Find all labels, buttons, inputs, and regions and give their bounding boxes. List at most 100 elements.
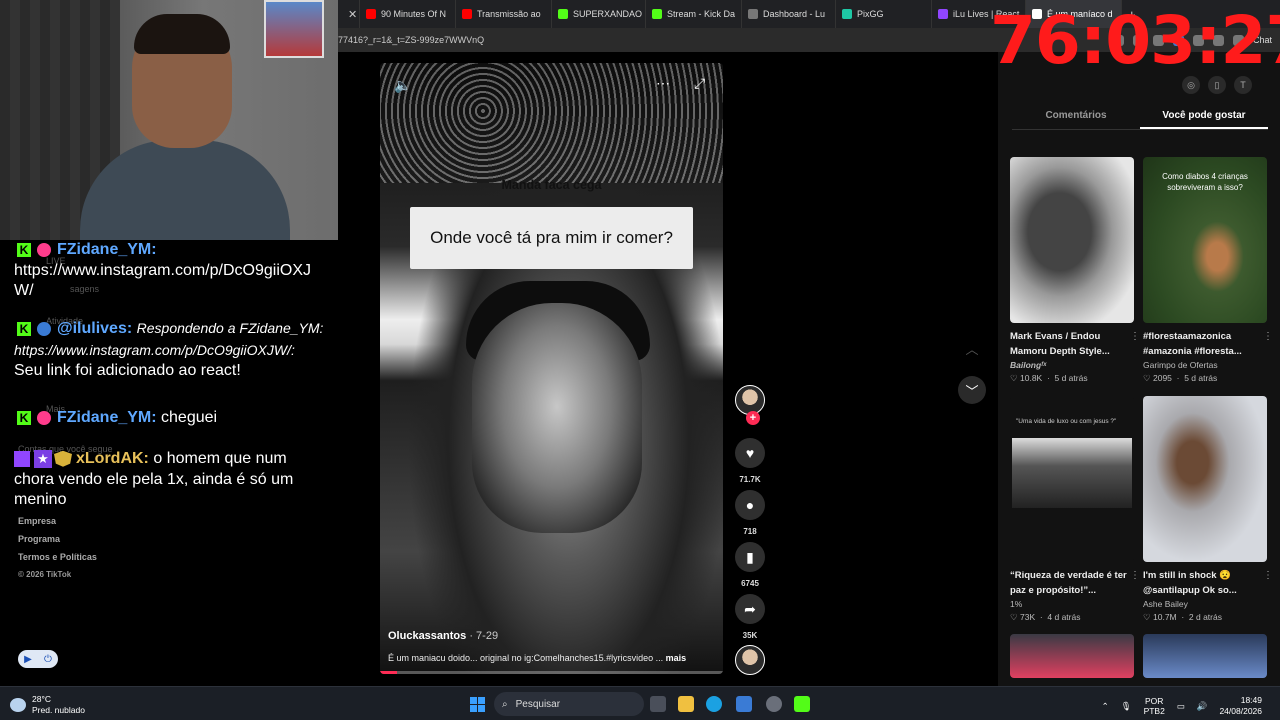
video-author[interactable]: 1% [1010, 599, 1134, 609]
kebab-menu-icon[interactable]: ⋮ [1130, 331, 1140, 342]
description-text: É um maniacu doido... original no ig:Com… [388, 653, 664, 663]
creator-avatar[interactable]: + [734, 385, 766, 425]
kick-icon [558, 9, 568, 19]
music-avatar[interactable] [735, 645, 765, 675]
video-overlay-title: Manda faca cega [501, 178, 602, 192]
tab-title: Dashboard - Lu [763, 9, 826, 19]
heart-icon[interactable]: ♥ [735, 438, 765, 468]
weather-text: 28°C Pred. nublado [32, 694, 85, 716]
save-button[interactable]: ▮ 6745 [734, 542, 766, 588]
tiktok-footer: Empresa Programa Termos e Políticas © 20… [18, 516, 97, 588]
chat-message: K FZidane_YM: cheguei [14, 408, 324, 429]
heart-outline-icon: ♡ [1010, 612, 1018, 622]
browser-tab[interactable]: ✕ [338, 0, 360, 28]
kebab-menu-icon[interactable]: ⋮ [1263, 331, 1273, 342]
recommended-video[interactable]: Mark Evans / Endou Mamoru Depth Style...… [1010, 157, 1140, 384]
photos-icon[interactable] [736, 696, 752, 712]
taskbar: 28°C Pred. nublado ⌕ Pesquisar ⌃ 🎙 POR PTB… [0, 686, 1280, 720]
chat-username[interactable]: FZidane_YM: [57, 241, 157, 258]
post-age: 5 d atrás [1184, 373, 1218, 383]
chat-username[interactable]: @ilulives: [57, 320, 132, 337]
video-player[interactable]: Manda faca cega Onde você tá pra mim ir … [380, 63, 723, 674]
chat-message: K FZidane_YM: https://www.instagram.com/p… [14, 240, 324, 302]
video-stats: ♡ 10.7M · 2 d atrás [1143, 612, 1222, 622]
video-texture [380, 63, 723, 183]
close-icon[interactable]: ✕ [344, 8, 359, 21]
browser-tab[interactable]: SUPERXANDAO [552, 0, 646, 28]
task-view-icon[interactable] [650, 696, 666, 712]
video-author[interactable]: Bailongᶠˣ [1010, 360, 1134, 370]
video-thumbnail[interactable] [1010, 157, 1134, 323]
kebab-menu-icon[interactable]: ⋮ [1263, 570, 1273, 581]
video-progress-bar[interactable] [380, 671, 723, 674]
windows-start-icon[interactable] [470, 697, 485, 712]
tab-you-may-like[interactable]: Você pode gostar [1140, 104, 1268, 129]
browser-tab[interactable]: Dashboard - Lu [742, 0, 836, 28]
video-author[interactable]: Ashe Bailey [1143, 599, 1267, 609]
recommended-video[interactable]: "Uma vida de luxo ou com jesus ?" “Rique… [1010, 396, 1140, 623]
kebab-menu-icon[interactable]: ⋮ [1130, 570, 1140, 581]
edge-browser-icon[interactable] [706, 696, 722, 712]
recommended-video-thumbnail[interactable] [1143, 634, 1267, 678]
recommended-video[interactable]: Como diabos 4 crianças sobreviveram a is… [1143, 157, 1273, 384]
chat-username[interactable]: FZidane_YM: [57, 409, 157, 426]
tab-title: SUPERXANDAO [573, 9, 643, 19]
chevron-up-icon[interactable]: ⌃ [1102, 701, 1109, 712]
microphone-icon[interactable]: 🎙 [1121, 701, 1132, 712]
star-badge-icon: ★ [34, 449, 52, 468]
follow-plus-icon[interactable]: + [746, 411, 760, 425]
chat-username[interactable]: xLordAK: [76, 450, 149, 467]
video-title[interactable]: I'm still in shock 😧 @santilapup Ok so..… [1143, 568, 1267, 598]
language-code: POR [1144, 696, 1164, 706]
recommended-video-thumbnail[interactable] [1010, 634, 1134, 678]
bookmark-icon[interactable]: ▮ [735, 542, 765, 572]
fullscreen-icon[interactable]: ⤢ [694, 75, 705, 92]
heart-outline-icon: ♡ [1143, 612, 1151, 622]
volume-icon[interactable]: 🔈 [394, 77, 411, 94]
tab-title: 90 Minutes Of N [381, 9, 447, 19]
comment-icon[interactable]: ● [735, 490, 765, 520]
webcam-feed [0, 0, 338, 240]
keyboard-language[interactable]: POR PTB2 [1144, 696, 1165, 716]
url-text[interactable]: 77416?_r=1&_t=ZS-999ze7WWVnQ [338, 35, 484, 45]
comment-button[interactable]: ● 718 [734, 490, 766, 536]
clock[interactable]: 18:49 24/08/2026 [1219, 695, 1262, 717]
video-title[interactable]: #florestaamazonica #amazonia #floresta..… [1143, 329, 1267, 359]
tab-comments[interactable]: Comentários [1012, 104, 1140, 129]
network-icon[interactable]: ▭ [1177, 701, 1185, 712]
previous-video-button[interactable]: ︿ [958, 334, 986, 362]
recommended-video[interactable]: I'm still in shock 😧 @santilapup Ok so..… [1143, 396, 1273, 623]
video-thumbnail[interactable]: "Uma vida de luxo ou com jesus ?" [1010, 396, 1134, 562]
kick-app-icon[interactable] [794, 696, 810, 712]
browser-tab[interactable]: Transmissão ao [456, 0, 552, 28]
browser-tab[interactable]: PixGG [836, 0, 932, 28]
share-icon[interactable]: ➦ [735, 594, 765, 624]
video-thumbnail[interactable]: Como diabos 4 crianças sobreviveram a is… [1143, 157, 1267, 323]
browser-tab[interactable]: Stream - Kick Da [646, 0, 742, 28]
share-button[interactable]: ➦ 35K [734, 594, 766, 640]
footer-link[interactable]: Termos e Políticas [18, 552, 97, 570]
weather-widget[interactable]: 28°C Pred. nublado [10, 694, 85, 716]
like-button[interactable]: ♥ 71.7K [734, 438, 766, 484]
author-name[interactable]: Oluckassantos [388, 630, 466, 642]
more-link[interactable]: mais [666, 653, 687, 663]
file-explorer-icon[interactable] [678, 696, 694, 712]
next-video-button[interactable]: ﹀ [958, 376, 986, 404]
stream-timer: 76:03:27 [990, 2, 1280, 79]
video-author[interactable]: Oluckassantos · 7-29 [388, 630, 498, 642]
taskbar-search[interactable]: ⌕ Pesquisar [494, 692, 644, 716]
footer-link[interactable]: Empresa [18, 516, 97, 534]
video-author[interactable]: Garimpo de Ofertas [1143, 360, 1267, 370]
chat-text: Seu link foi adicionado ao react! [14, 362, 241, 379]
toggle-pill[interactable]: ▶ ⏻ [18, 650, 58, 668]
more-icon[interactable]: ⋯ [656, 75, 670, 92]
video-title[interactable]: “Riqueza de verdade é ter paz e propósit… [1010, 568, 1134, 598]
sound-avatar[interactable] [734, 645, 766, 675]
video-title[interactable]: Mark Evans / Endou Mamoru Depth Style... [1010, 329, 1134, 359]
time: 18:49 [1240, 695, 1262, 705]
browser-tab[interactable]: 90 Minutes Of N [360, 0, 456, 28]
footer-link[interactable]: Programa [18, 534, 97, 552]
volume-icon[interactable]: 🔊 [1197, 701, 1208, 712]
settings-gear-icon[interactable] [766, 696, 782, 712]
video-thumbnail[interactable] [1143, 396, 1267, 562]
